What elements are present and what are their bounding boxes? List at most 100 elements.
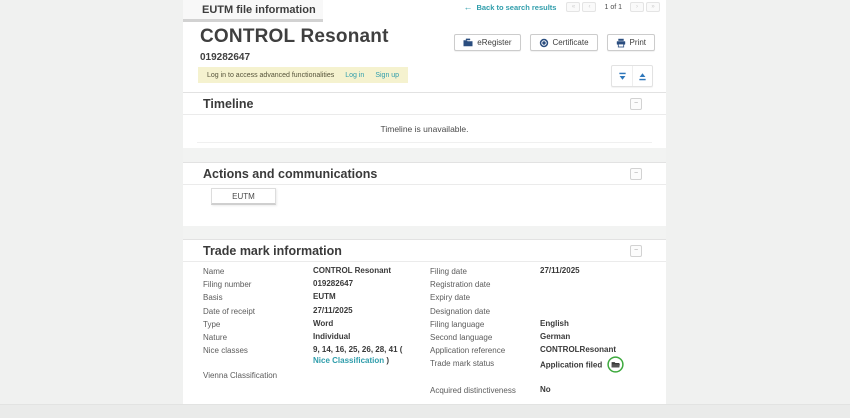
print-button[interactable]: Print <box>607 34 655 51</box>
field-value: 9, 14, 16, 25, 26, 28, 41 ( Nice Classif… <box>313 345 410 367</box>
field-label: Application reference <box>430 345 540 355</box>
field-value: 27/11/2025 <box>313 306 410 317</box>
login-link[interactable]: Log in <box>345 72 364 79</box>
tab-eutm-file-information[interactable]: EUTM file information <box>183 0 323 22</box>
trademark-field-row: Acquired distinctivenessNo <box>430 385 653 398</box>
field-value: Application filed <box>540 358 653 373</box>
trademark-field-row: BasisEUTM <box>203 292 410 305</box>
last-page-button[interactable]: » <box>646 2 660 12</box>
expand-collapse-all <box>611 65 653 87</box>
previous-page-button[interactable]: ‹ <box>582 2 596 12</box>
folder-icon <box>463 38 473 47</box>
field-value: EUTM <box>313 292 410 303</box>
back-arrow-icon: ← <box>463 3 472 11</box>
field-label: Registration date <box>430 279 540 289</box>
field-label: Nice classes <box>203 345 313 355</box>
certificate-seal-icon <box>539 38 549 48</box>
field-label: Date of receipt <box>203 306 313 316</box>
next-page-button[interactable]: › <box>630 2 644 12</box>
trademark-fields-right-column: Filing date27/11/2025Registration date Ex… <box>430 266 653 399</box>
field-label: Trade mark status <box>430 358 540 368</box>
trademark-information-section: Trade mark information − NameCONTROL Res… <box>183 239 666 404</box>
eregister-button[interactable]: eRegister <box>454 34 520 51</box>
page-title: CONTROL Resonant <box>200 26 389 48</box>
toolbar-buttons: eRegister Certificate Print <box>454 34 655 51</box>
field-value: German <box>540 332 653 343</box>
nice-classification-link[interactable]: Nice Classification <box>313 356 384 365</box>
actions-section-header: Actions and communications − <box>183 162 666 185</box>
field-label: Expiry date <box>430 292 540 302</box>
trademark-field-row: Registration date <box>430 279 653 292</box>
field-value: CONTROL Resonant <box>313 266 410 277</box>
trademark-field-row: Filing languageEnglish <box>430 319 653 332</box>
certificate-button[interactable]: Certificate <box>530 34 598 51</box>
expand-all-button[interactable] <box>632 66 652 86</box>
field-label: Nature <box>203 332 313 342</box>
field-label: Filing number <box>203 279 313 289</box>
trademark-field-row: Designation date <box>430 306 653 319</box>
page-count: 1 of 1 <box>604 4 622 11</box>
trademark-field-row: TypeWord <box>203 319 410 332</box>
collapse-trademark-button[interactable]: − <box>630 245 642 257</box>
timeline-unavailable-message: Timeline is unavailable. <box>183 124 666 134</box>
trademark-field-row: NatureIndividual <box>203 332 410 345</box>
printer-icon <box>616 38 626 48</box>
field-label: Basis <box>203 292 313 302</box>
collapse-all-icon <box>618 72 627 81</box>
trademark-field-row: Date of receipt27/11/2025 <box>203 306 410 319</box>
content-column: EUTM file information ← Back to search r… <box>183 0 666 404</box>
collapse-all-button[interactable] <box>612 66 632 86</box>
first-page-button[interactable]: « <box>566 2 580 12</box>
trademark-section-header: Trade mark information − <box>183 239 666 262</box>
trademark-field-row: Trade mark statusApplication filed <box>430 358 653 373</box>
actions-section-title: Actions and communications <box>203 167 377 181</box>
trademark-field-row: Expiry date <box>430 292 653 305</box>
actions-communications-section: Actions and communications − EUTM <box>183 162 666 226</box>
application-filed-folder-icon <box>607 356 624 373</box>
trademark-field-row: NameCONTROL Resonant <box>203 266 410 279</box>
trademark-field-row: Second languageGerman <box>430 332 653 345</box>
trademark-section-title: Trade mark information <box>203 244 342 258</box>
trademark-field-row: Vienna Classification <box>203 370 410 383</box>
timeline-section: Timeline − Timeline is unavailable. <box>183 92 666 148</box>
field-label: Filing date <box>430 266 540 276</box>
login-message: Log in to access advanced functionalitie… <box>207 72 334 79</box>
signup-link[interactable]: Sign up <box>375 72 399 79</box>
field-value: 27/11/2025 <box>540 266 653 277</box>
tab-eutm[interactable]: EUTM <box>211 188 276 205</box>
next-section-strip <box>0 404 850 418</box>
eregister-label: eRegister <box>477 38 511 47</box>
divider <box>197 142 652 143</box>
tab-label: EUTM file information <box>202 4 316 16</box>
field-value: 019282647 <box>313 279 410 290</box>
section-gap <box>183 148 666 162</box>
back-to-search-results-link[interactable]: ← Back to search results <box>463 3 556 12</box>
eutm-file-information-page: EUTM file information ← Back to search r… <box>0 0 850 418</box>
field-label: Type <box>203 319 313 329</box>
field-label: Name <box>203 266 313 276</box>
field-label: Second language <box>430 332 540 342</box>
timeline-section-header: Timeline − <box>183 92 666 115</box>
trademark-number: 019282647 <box>200 52 250 63</box>
trademark-field-row: Filing date27/11/2025 <box>430 266 653 279</box>
field-label: Filing language <box>430 319 540 329</box>
field-label: Vienna Classification <box>203 370 313 380</box>
field-value: No <box>540 385 653 396</box>
collapse-timeline-button[interactable]: − <box>630 98 642 110</box>
section-gap <box>183 226 666 239</box>
trademark-field-row: Nice classes9, 14, 16, 25, 26, 28, 41 ( … <box>203 345 410 367</box>
timeline-section-title: Timeline <box>203 97 253 111</box>
field-value: Individual <box>313 332 410 343</box>
back-link-label: Back to search results <box>476 3 556 12</box>
field-value: CONTROLResonant <box>540 345 653 356</box>
trademark-fields-left-column: NameCONTROL ResonantFiling number0192826… <box>203 266 410 383</box>
certificate-label: Certificate <box>553 38 589 47</box>
field-value: Word <box>313 319 410 330</box>
expand-all-icon <box>638 72 647 81</box>
pagination: « ‹ 1 of 1 › » <box>566 2 660 12</box>
print-label: Print <box>630 38 646 47</box>
field-value: English <box>540 319 653 330</box>
login-notice-bar: Log in to access advanced functionalitie… <box>198 67 408 83</box>
trademark-field-row: Filing number019282647 <box>203 279 410 292</box>
collapse-actions-button[interactable]: − <box>630 168 642 180</box>
